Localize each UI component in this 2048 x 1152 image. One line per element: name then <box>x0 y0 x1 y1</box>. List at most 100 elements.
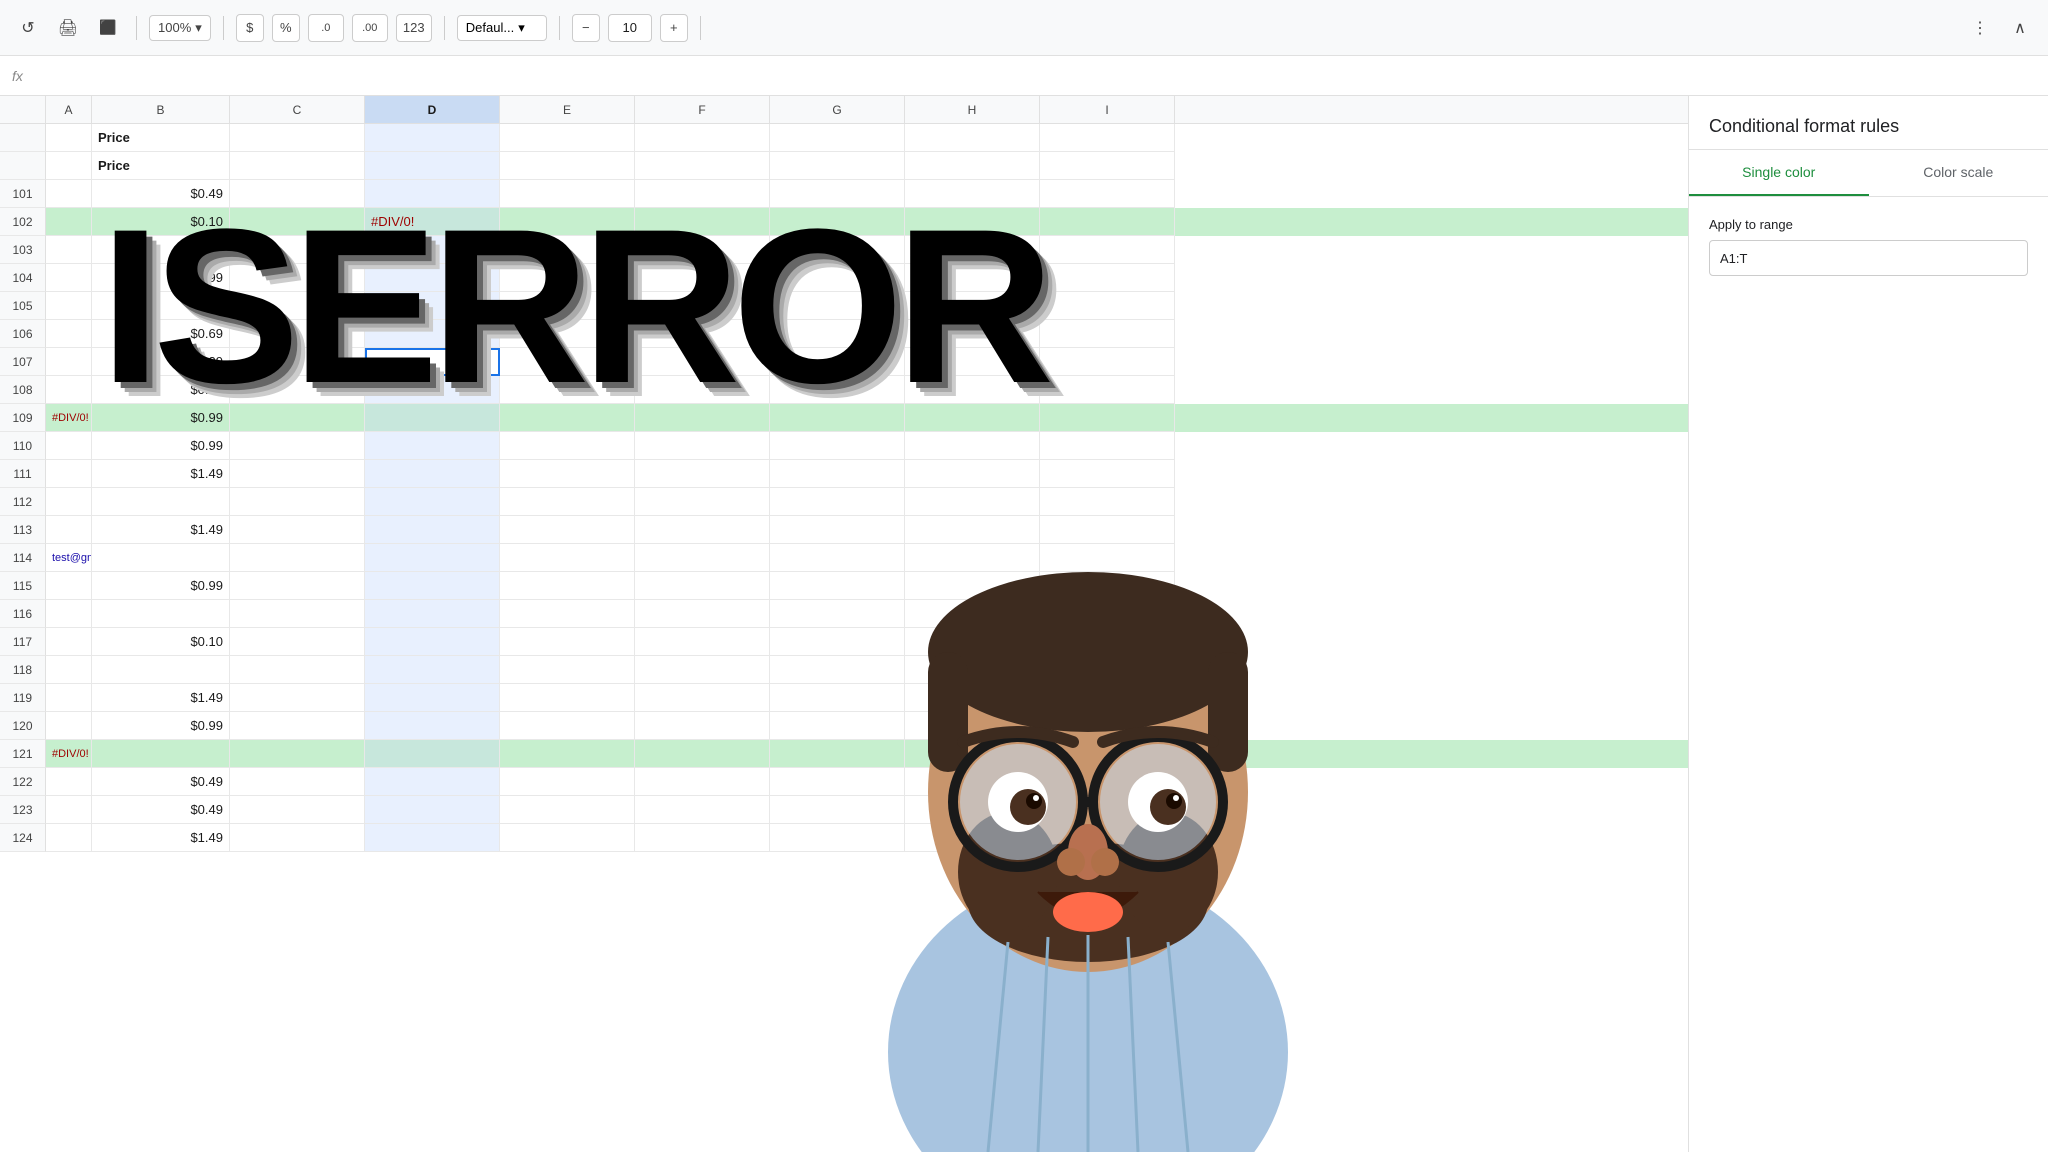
cell-f[interactable] <box>635 404 770 432</box>
cell-e[interactable] <box>500 208 635 236</box>
cell-h[interactable] <box>905 796 1040 824</box>
cell-c[interactable] <box>230 292 365 320</box>
cell-g[interactable] <box>770 320 905 348</box>
cell-e[interactable] <box>500 516 635 544</box>
collapse-button[interactable]: ∧ <box>2004 12 2036 44</box>
number-format-button[interactable]: 123 <box>396 14 432 42</box>
cell-d[interactable] <box>365 544 500 572</box>
col-header-c[interactable]: C <box>230 96 365 123</box>
cell-d[interactable] <box>365 236 500 264</box>
cell-f[interactable] <box>635 236 770 264</box>
cell-c[interactable] <box>230 264 365 292</box>
cell-c[interactable] <box>230 656 365 684</box>
zoom-control[interactable]: 100% ▾ <box>149 15 211 41</box>
cell-b[interactable]: $0.10 <box>92 628 230 656</box>
cell-e[interactable] <box>500 292 635 320</box>
cell-header-c[interactable] <box>230 124 365 152</box>
dec-increase-button[interactable]: .00 <box>352 14 388 42</box>
cell-f[interactable] <box>635 208 770 236</box>
cell-i[interactable] <box>1040 516 1175 544</box>
cell-f[interactable] <box>635 180 770 208</box>
cell-d[interactable] <box>365 740 500 768</box>
cell-e[interactable] <box>500 572 635 600</box>
cell-e[interactable] <box>500 236 635 264</box>
cell-c[interactable] <box>230 740 365 768</box>
cell-i[interactable] <box>1040 208 1175 236</box>
cell-d[interactable] <box>365 628 500 656</box>
cell-c[interactable] <box>230 600 365 628</box>
cell-g[interactable] <box>770 712 905 740</box>
cell-a[interactable]: #DIV/0! <box>46 404 92 432</box>
cell-a[interactable] <box>46 684 92 712</box>
dec-decrease-button[interactable]: .0 <box>308 14 344 42</box>
cell-f[interactable] <box>635 796 770 824</box>
cell-e[interactable] <box>500 824 635 852</box>
cell-b[interactable]: $0.69 <box>92 320 230 348</box>
cell-a[interactable] <box>46 572 92 600</box>
cell-f[interactable] <box>635 264 770 292</box>
cell-e[interactable] <box>500 376 635 404</box>
cell-g[interactable] <box>770 768 905 796</box>
col-header-i[interactable]: I <box>1040 96 1175 123</box>
cell-a[interactable] <box>46 292 92 320</box>
cell-b[interactable]: $0.49 <box>92 768 230 796</box>
cell-d[interactable] <box>365 768 500 796</box>
cell-f[interactable] <box>635 768 770 796</box>
cell-a[interactable] <box>46 152 92 180</box>
cell-h[interactable] <box>905 152 1040 180</box>
cell-e[interactable] <box>500 656 635 684</box>
col-header-g[interactable]: G <box>770 96 905 123</box>
cell-c[interactable] <box>230 320 365 348</box>
cell-i[interactable] <box>1040 404 1175 432</box>
cell-d[interactable] <box>365 656 500 684</box>
cell-h[interactable] <box>905 600 1040 628</box>
cell-d[interactable] <box>365 292 500 320</box>
cell-h[interactable] <box>905 208 1040 236</box>
cell-c[interactable] <box>230 460 365 488</box>
cell-d[interactable] <box>365 684 500 712</box>
cell-header-i[interactable] <box>1040 124 1175 152</box>
percent-button[interactable]: % <box>272 14 300 42</box>
cell-a[interactable]: #DIV/0! <box>46 740 92 768</box>
cell-header-b[interactable]: Price <box>92 124 230 152</box>
cell-c[interactable] <box>230 572 365 600</box>
cell-c[interactable] <box>230 152 365 180</box>
col-header-a[interactable]: A <box>46 96 92 123</box>
cell-i[interactable] <box>1040 572 1175 600</box>
cell-e[interactable] <box>500 628 635 656</box>
cell-f[interactable] <box>635 432 770 460</box>
cell-g[interactable] <box>770 740 905 768</box>
cell-h[interactable] <box>905 292 1040 320</box>
cell-i[interactable] <box>1040 796 1175 824</box>
cell-f[interactable] <box>635 348 770 376</box>
cell-a[interactable] <box>46 264 92 292</box>
cell-b[interactable]: $0.99 <box>92 404 230 432</box>
cell-h[interactable] <box>905 432 1040 460</box>
cell-b[interactable] <box>92 740 230 768</box>
cell-e[interactable] <box>500 180 635 208</box>
cell-i[interactable] <box>1040 684 1175 712</box>
cell-a[interactable] <box>46 796 92 824</box>
cell-h[interactable] <box>905 180 1040 208</box>
cell-f[interactable] <box>635 684 770 712</box>
cell-e[interactable] <box>500 152 635 180</box>
cell-c[interactable] <box>230 404 365 432</box>
cell-c[interactable] <box>230 628 365 656</box>
cell-e[interactable] <box>500 600 635 628</box>
cell-b[interactable]: $1.49 <box>92 824 230 852</box>
cell-i[interactable] <box>1040 740 1175 768</box>
cell-e[interactable] <box>500 460 635 488</box>
cell-a[interactable] <box>46 516 92 544</box>
cell-a[interactable] <box>46 376 92 404</box>
cell-h[interactable] <box>905 516 1040 544</box>
cell-i[interactable] <box>1040 432 1175 460</box>
cell-b[interactable]: $0.99 <box>92 264 230 292</box>
cell-g[interactable] <box>770 404 905 432</box>
cell-e[interactable] <box>500 432 635 460</box>
cell-e[interactable] <box>500 684 635 712</box>
cell-h[interactable] <box>905 656 1040 684</box>
cell-d[interactable] <box>365 152 500 180</box>
cell-header-a[interactable] <box>46 124 92 152</box>
cell-g[interactable] <box>770 348 905 376</box>
cell-d[interactable] <box>365 572 500 600</box>
